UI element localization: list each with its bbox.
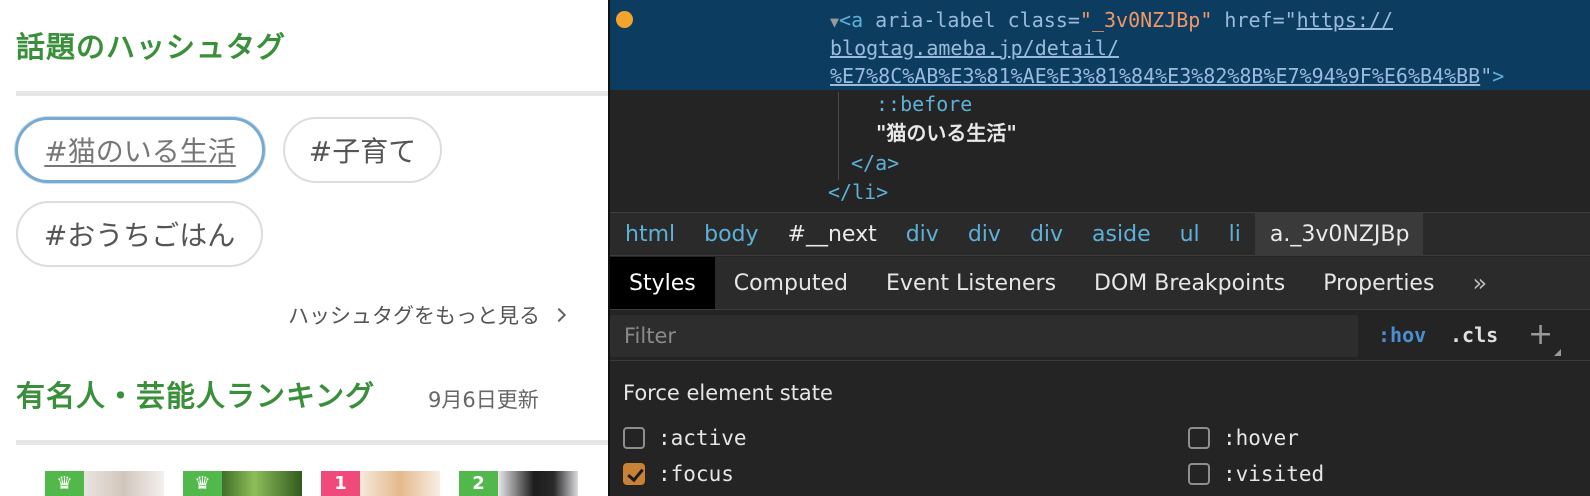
breakpoint-dot-icon[interactable]: [616, 11, 633, 28]
breadcrumb: html body #__next div div div aside ul l…: [610, 212, 1590, 256]
dom-node-a-href-cont: %E7%8C%AB%E3%81%AE%E3%81%84%E3%82%8B%E7%…: [830, 62, 1504, 90]
more-hashtags-link[interactable]: ハッシュタグをもっと見る: [288, 300, 567, 330]
breadcrumb-item[interactable]: div: [1015, 212, 1077, 256]
checkbox-checked-icon[interactable]: [623, 463, 645, 485]
hov-toggle[interactable]: :hov: [1378, 323, 1426, 347]
celebrity-photo: [360, 471, 440, 496]
state-active-checkbox[interactable]: :active: [623, 426, 747, 450]
state-label: :hover: [1223, 426, 1299, 450]
styles-toolbar: Filter :hov .cls +: [610, 311, 1590, 361]
attr-value: "_3v0NZJBp": [1079, 8, 1213, 32]
state-hover-checkbox[interactable]: :hover: [1188, 426, 1299, 450]
ranking-updated-date: 9月6日更新: [428, 388, 539, 412]
hashtag-link-parenting[interactable]: #子育て: [283, 117, 442, 183]
celebrity-photo: [222, 471, 302, 496]
dom-node-pseudo-before[interactable]: ::before: [876, 90, 972, 118]
breadcrumb-item[interactable]: html: [610, 212, 689, 256]
force-state-title: Force element state: [623, 381, 833, 405]
chevron-right-icon: [551, 307, 567, 323]
breadcrumb-item[interactable]: div: [891, 212, 953, 256]
breadcrumb-item[interactable]: div: [953, 212, 1015, 256]
hashtag-section-title: 話題のハッシュタグ: [16, 30, 287, 64]
filter-input[interactable]: Filter: [610, 315, 1358, 357]
checkbox-icon[interactable]: [623, 427, 645, 449]
dom-node-a-close[interactable]: </a>: [851, 149, 899, 177]
section-divider: [16, 440, 616, 445]
tag-bracket: >: [1492, 64, 1505, 88]
hashtag-label: #おうちごはん: [43, 219, 236, 252]
dom-node-li-close[interactable]: </li>: [828, 178, 888, 206]
tab-properties[interactable]: Properties: [1304, 257, 1453, 309]
crown-icon: ♛: [183, 471, 222, 496]
checkbox-icon[interactable]: [1188, 427, 1210, 449]
dom-node-a-open[interactable]: ▼<a aria-label class="_3v0NZJBp" href="h…: [830, 6, 1393, 36]
new-style-rule-icon[interactable]: +: [1528, 317, 1553, 352]
breadcrumb-item[interactable]: li: [1214, 212, 1255, 256]
state-label: :active: [658, 426, 747, 450]
href-link[interactable]: blogtag.ameba.jp/detail/: [830, 36, 1119, 60]
more-tabs-icon[interactable]: »: [1453, 257, 1506, 309]
ranking-card[interactable]: 1: [321, 471, 440, 496]
text-node: "猫のいる生活": [876, 121, 1017, 145]
state-focus-checkbox[interactable]: :focus: [623, 462, 734, 486]
crown-icon: ♛: [45, 471, 84, 496]
sidebar-tabs: Styles Computed Event Listeners DOM Brea…: [610, 257, 1590, 310]
devtools-panel: ▼<a aria-label class="_3v0NZJBp" href="h…: [608, 0, 1590, 496]
more-hashtags-label: ハッシュタグをもっと見る: [288, 304, 540, 328]
celebrity-photo: [498, 471, 578, 496]
attr-name: aria-label: [875, 8, 996, 32]
state-label: :visited: [1223, 462, 1325, 486]
expand-triangle-icon[interactable]: ▼: [830, 13, 839, 31]
state-label: :focus: [658, 462, 734, 486]
hashtag-label: #子育て: [308, 135, 417, 168]
attr-equals: =": [1272, 8, 1297, 32]
web-page: 話題のハッシュタグ #猫のいる生活 #子育て #おうちごはん ハッシュタグをもっ…: [0, 0, 616, 496]
new-style-rule-menu-icon[interactable]: [1554, 349, 1561, 356]
hashtag-link-cat-life[interactable]: #猫のいる生活: [15, 117, 265, 183]
tab-dom-breakpoints[interactable]: DOM Breakpoints: [1075, 257, 1304, 309]
ranking-card[interactable]: ♛: [45, 471, 164, 496]
tab-styles[interactable]: Styles: [610, 257, 715, 309]
pseudo-element: ::before: [876, 92, 973, 116]
attr-name: class: [1007, 8, 1068, 32]
dom-node-text[interactable]: "猫のいる生活": [876, 119, 1017, 147]
breadcrumb-item[interactable]: #__next: [773, 212, 891, 256]
breadcrumb-item-selected[interactable]: a._3v0NZJBp: [1254, 212, 1424, 256]
href-link[interactable]: https://: [1297, 8, 1393, 32]
rank-badge: 2: [459, 471, 498, 496]
ranking-card[interactable]: 2: [459, 471, 578, 496]
href-link[interactable]: %E7%8C%AB%E3%81%AE%E3%81%84%E3%82%8B%E7%…: [830, 64, 1480, 88]
cls-toggle[interactable]: .cls: [1450, 323, 1498, 347]
tab-computed[interactable]: Computed: [715, 257, 867, 309]
celebrity-photo: [84, 471, 164, 496]
tag-name: </li>: [828, 180, 889, 204]
dom-tree[interactable]: ▼<a aria-label class="_3v0NZJBp" href="h…: [610, 0, 1590, 212]
hashtag-label: #猫のいる生活: [44, 135, 236, 168]
attr-equals: =: [1067, 8, 1080, 32]
indent-guide: [838, 92, 839, 180]
checkbox-icon[interactable]: [1188, 463, 1210, 485]
dom-node-a-href-cont: blogtag.ameba.jp/detail/: [830, 34, 1119, 62]
breadcrumb-item[interactable]: body: [689, 212, 772, 256]
attr-equals: ": [1480, 64, 1493, 88]
tag-name: <a: [839, 8, 864, 32]
breadcrumb-item[interactable]: ul: [1165, 212, 1214, 256]
ranking-card[interactable]: ♛: [183, 471, 302, 496]
tag-name: </a>: [851, 151, 900, 175]
attr-name: href: [1224, 8, 1273, 32]
hashtag-link-home-cooking[interactable]: #おうちごはん: [16, 201, 263, 267]
tab-event-listeners[interactable]: Event Listeners: [867, 257, 1075, 309]
rank-badge: 1: [321, 471, 360, 496]
state-visited-checkbox[interactable]: :visited: [1188, 462, 1324, 486]
ranking-section-title: 有名人・芸能人ランキング: [16, 379, 376, 413]
section-divider: [16, 91, 616, 96]
breadcrumb-item[interactable]: aside: [1077, 212, 1165, 256]
